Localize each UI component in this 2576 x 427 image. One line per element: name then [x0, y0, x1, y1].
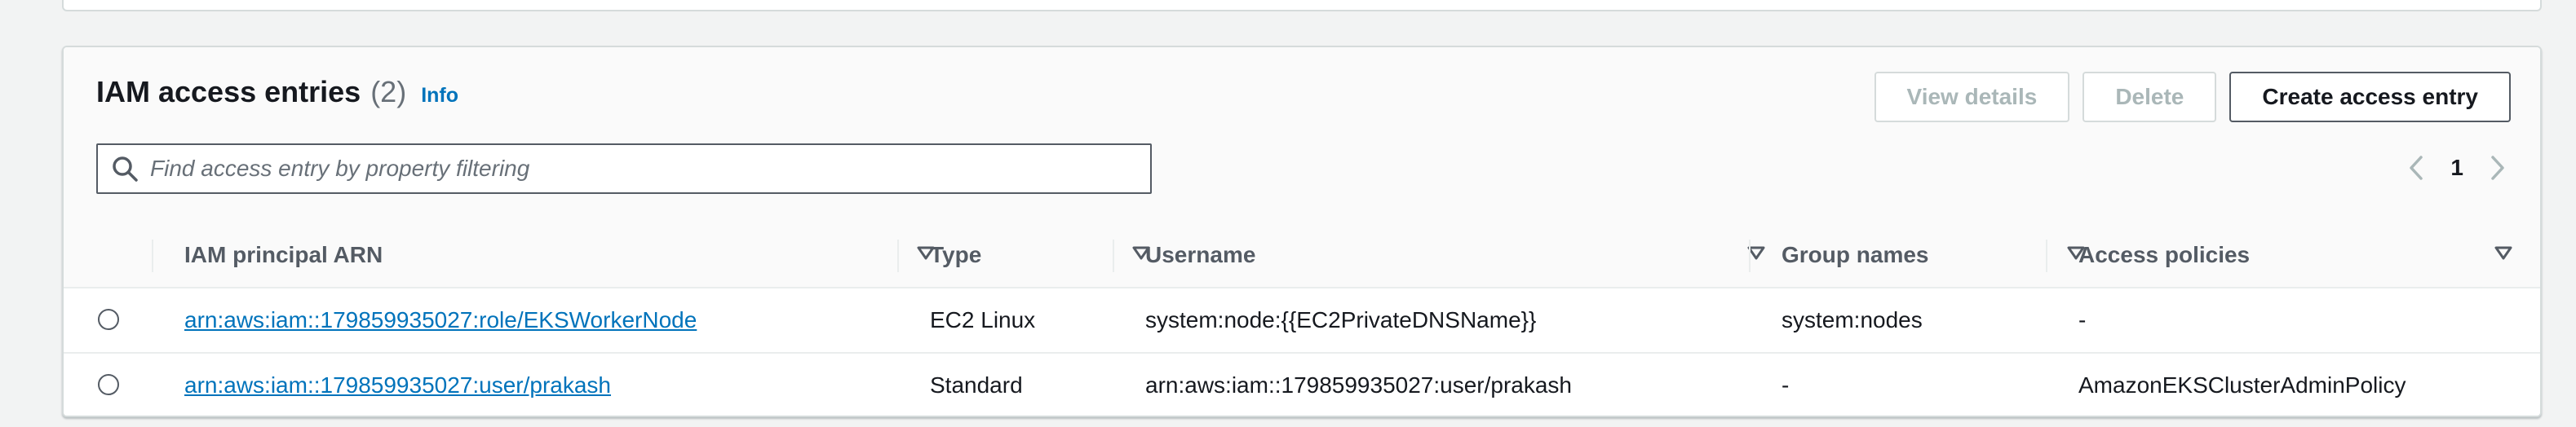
column-divider [152, 240, 153, 272]
delete-button[interactable]: Delete [2082, 72, 2217, 122]
table-row[interactable]: arn:aws:iam::179859935027:role/EKSWorker… [64, 288, 2540, 354]
principal-arn-link[interactable]: arn:aws:iam::179859935027:user/prakash [184, 372, 611, 398]
column-label: Access policies [2078, 242, 2251, 267]
view-details-button[interactable]: View details [1874, 72, 2070, 122]
cell-access-policies: AmazonEKSClusterAdminPolicy [2078, 372, 2406, 398]
row-select-radio[interactable] [98, 309, 119, 330]
table-header: IAM principal ARN Type Username Group na… [64, 223, 2540, 288]
cell-group-names: - [1782, 372, 1790, 398]
search-icon [113, 156, 138, 182]
column-header-type[interactable]: Type [930, 223, 1150, 287]
cell-iam-principal-arn: arn:aws:iam::179859935027:role/EKSWorker… [184, 288, 697, 352]
column-divider [1749, 240, 1751, 272]
column-label: Username [1145, 242, 1256, 267]
row-select-radio[interactable] [98, 374, 119, 395]
column-label: Group names [1782, 242, 1929, 267]
column-divider [2046, 240, 2047, 272]
cell-username: system:node:{{EC2PrivateDNSName}} [1145, 307, 1537, 332]
column-label: IAM principal ARN [184, 242, 383, 267]
column-header-group-names[interactable]: Group names [1782, 223, 2085, 287]
column-label: Type [930, 242, 982, 267]
create-access-entry-button[interactable]: Create access entry [2229, 72, 2511, 122]
page-number-current[interactable]: 1 [2450, 155, 2463, 181]
column-divider [1113, 240, 1114, 272]
chevron-left-icon[interactable] [2406, 154, 2426, 182]
column-header-iam-principal-arn[interactable]: IAM principal ARN [184, 223, 935, 287]
info-link[interactable]: Info [421, 84, 458, 108]
column-header-username[interactable]: Username [1145, 223, 1765, 287]
property-filter-input[interactable]: Find access entry by property filtering [96, 143, 1152, 194]
entries-count: (2) [370, 75, 407, 108]
cell-iam-principal-arn: arn:aws:iam::179859935027:user/prakash [184, 354, 611, 416]
panel-title: IAM access entries (2) Info [96, 75, 458, 114]
cell-type: Standard [930, 372, 1023, 398]
column-divider [897, 240, 899, 272]
panel-header: IAM access entries (2) Info View details… [64, 47, 2540, 225]
iam-access-entries-panel: IAM access entries (2) Info View details… [62, 46, 2542, 417]
table-row[interactable]: arn:aws:iam::179859935027:user/prakash S… [64, 354, 2540, 416]
cell-username: arn:aws:iam::179859935027:user/prakash [1145, 372, 1573, 398]
pagination: 1 [2406, 147, 2507, 189]
previous-panel-edge [62, 0, 2542, 11]
chevron-right-icon[interactable] [2488, 154, 2507, 182]
column-header-access-policies[interactable]: Access policies [2078, 223, 2512, 287]
cell-group-names: system:nodes [1782, 307, 1923, 332]
sort-caret-down-icon[interactable] [2494, 246, 2512, 261]
search-placeholder: Find access entry by property filtering [150, 156, 530, 181]
principal-arn-link[interactable]: arn:aws:iam::179859935027:role/EKSWorker… [184, 307, 697, 333]
panel-actions: View details Delete Create access entry [1874, 72, 2511, 122]
cell-access-policies: - [2078, 307, 2087, 332]
cell-type: EC2 Linux [930, 307, 1036, 332]
panel-title-text: IAM access entries [96, 75, 361, 108]
